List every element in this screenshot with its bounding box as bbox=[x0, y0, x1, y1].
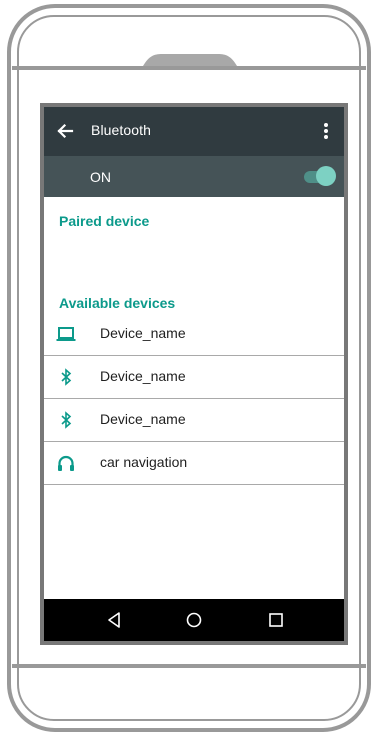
nav-home-icon[interactable] bbox=[184, 610, 204, 630]
bluetooth-toggle[interactable] bbox=[300, 166, 336, 186]
phone-screen: Bluetooth ON Paired device Available dev… bbox=[40, 103, 348, 645]
device-row[interactable]: Device_name bbox=[44, 399, 344, 442]
bluetooth-icon bbox=[61, 368, 72, 386]
available-device-list: Device_name Device_name Device_name car … bbox=[44, 313, 344, 485]
bluetooth-icon bbox=[61, 411, 72, 429]
headset-icon bbox=[58, 455, 74, 471]
paired-device-header: Paired device bbox=[59, 213, 150, 229]
device-name: Device_name bbox=[100, 411, 186, 427]
nav-recent-apps-icon[interactable] bbox=[266, 610, 286, 630]
toolbar-title: Bluetooth bbox=[91, 122, 152, 138]
bluetooth-switch-bar: ON bbox=[44, 156, 344, 197]
device-row[interactable]: Device_name bbox=[44, 313, 344, 356]
device-row[interactable]: car navigation bbox=[44, 442, 344, 485]
toggle-thumb bbox=[316, 166, 336, 186]
device-row[interactable]: Device_name bbox=[44, 356, 344, 399]
laptop-icon bbox=[56, 327, 76, 341]
nav-back-icon[interactable] bbox=[104, 610, 124, 630]
device-name: car navigation bbox=[100, 454, 188, 470]
system-nav-bar bbox=[44, 599, 344, 641]
more-vert-icon[interactable] bbox=[323, 122, 329, 140]
available-devices-header: Available devices bbox=[59, 295, 176, 311]
app-toolbar: Bluetooth bbox=[44, 107, 344, 156]
arrow-back-icon[interactable] bbox=[56, 122, 74, 140]
device-name: Device_name bbox=[100, 325, 186, 341]
bluetooth-state-label: ON bbox=[90, 169, 111, 185]
device-name: Device_name bbox=[100, 368, 186, 384]
